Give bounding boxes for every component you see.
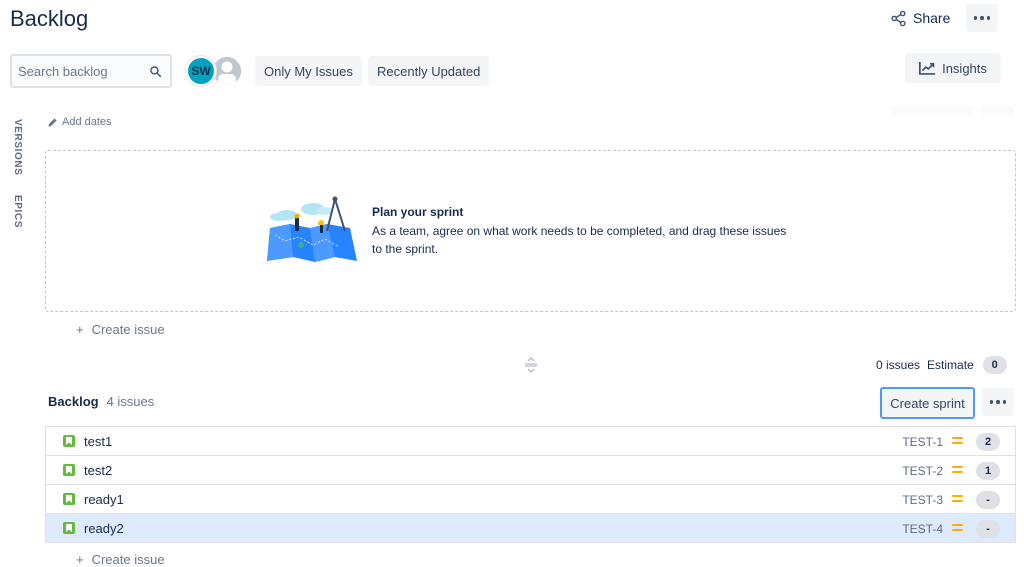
estimate-label: Estimate [927,358,974,372]
search-input[interactable] [18,63,138,79]
issue-summary: ready1 [84,492,124,507]
issue-summary: test1 [84,434,113,449]
user-icon [213,57,241,85]
plan-sprint-description: As a team, agree on what work needs to b… [372,224,787,256]
story-points-badge: - [976,520,1000,538]
plus-icon: + [76,552,84,567]
backlog-create-issue-button[interactable]: + Create issue [76,552,165,567]
chart-trend-icon [919,62,936,75]
avatar-sw[interactable]: SW [186,56,216,86]
backlog-header: Backlog 4 issues [48,394,154,409]
plan-sprint-title: Plan your sprint [372,205,464,219]
create-issue-label: Create issue [91,322,165,337]
insights-button[interactable]: Insights [905,53,1001,83]
estimate-badge: 0 [982,356,1007,374]
story-points-badge: 1 [976,462,1000,480]
story-icon [63,464,75,476]
story-icon [63,435,75,447]
sprint-issue-count: 0 issues [876,358,921,372]
priority-medium-icon [952,437,963,444]
issue-key[interactable]: TEST-3 [902,493,943,507]
priority-medium-icon [952,495,963,502]
versions-tab[interactable]: VERSIONS [12,119,23,175]
pencil-icon [48,117,57,127]
backlog-more-button[interactable] [982,388,1014,416]
more-icon [973,16,991,20]
recently-updated-filter[interactable]: Recently Updated [368,56,490,86]
search-icon [150,65,162,77]
more-actions-button[interactable] [966,4,998,32]
issue-key[interactable]: TEST-1 [902,435,943,449]
issue-row[interactable]: test1 TEST-1 2 [45,427,1016,456]
backlog-title: Backlog [48,394,99,409]
story-icon [63,493,75,505]
page-title: Backlog [10,6,89,31]
sprint-summary: 0 issues Estimate 0 [876,356,1007,374]
search-backlog-field[interactable] [10,54,172,88]
issue-summary: test2 [84,463,113,478]
issue-key[interactable]: TEST-2 [902,464,943,478]
story-points-badge: - [976,491,1000,509]
issue-row[interactable]: test2 TEST-2 1 [45,456,1016,485]
add-dates-label: Add dates [62,116,112,128]
sprint-create-issue-button[interactable]: + Create issue [76,322,165,337]
backlog-issue-list: test1 TEST-1 2 test2 TEST-2 1 ready1 TES… [45,426,1016,543]
share-button[interactable]: Share [890,8,950,28]
story-points-badge: 2 [976,433,1000,451]
sprint-planning-illustration [267,196,357,262]
share-icon [891,10,906,26]
priority-medium-icon [952,524,963,531]
drag-handle-icon[interactable] [524,357,538,373]
only-my-issues-filter[interactable]: Only My Issues [255,56,362,86]
add-dates-link[interactable]: Add dates [47,116,112,128]
issue-summary: ready2 [84,521,124,536]
insights-label: Insights [942,60,987,76]
backlog-issue-count: 4 issues [106,394,155,409]
epics-tab[interactable]: EPICS [12,195,23,228]
share-label: Share [913,10,951,26]
issue-key[interactable]: TEST-4 [902,522,943,536]
more-icon [989,400,1007,404]
plus-icon: + [76,322,84,337]
priority-medium-icon [952,466,963,473]
story-icon [63,522,75,534]
start-sprint-button-partial[interactable] [891,106,973,116]
issue-row[interactable]: ready1 TEST-3 - [45,485,1016,514]
create-issue-label: Create issue [91,552,165,567]
issue-row-selected[interactable]: ready2 TEST-4 - [45,514,1016,543]
create-sprint-button[interactable]: Create sprint [880,387,975,419]
sprint-more-button-partial[interactable] [982,106,1014,116]
